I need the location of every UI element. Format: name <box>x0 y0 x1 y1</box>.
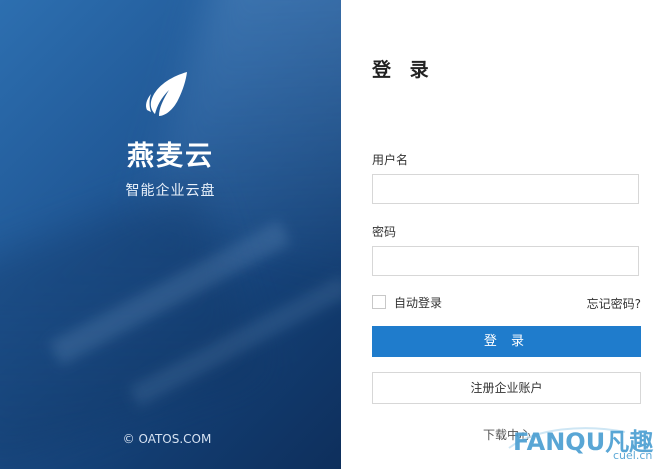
login-button[interactable]: 登 录 <box>372 326 641 357</box>
auto-login-option[interactable]: 自动登录 <box>372 294 442 310</box>
forgot-password-link[interactable]: 忘记密码? <box>587 295 641 312</box>
register-button[interactable]: 注册企业账户 <box>372 372 641 404</box>
brand-name: 燕麦云 <box>127 141 214 172</box>
watermark-sub: cuel.cn <box>613 449 653 462</box>
copyright: © OATOS.COM <box>122 432 212 446</box>
password-label: 密码 <box>372 225 397 239</box>
brand-panel: 燕麦云 智能企业云盘 © OATOS.COM <box>0 0 341 469</box>
watermark: FANQU凡趣 cuel.cn <box>505 418 662 469</box>
username-label: 用户名 <box>372 153 409 167</box>
page-title: 登 录 <box>372 59 435 81</box>
brand-slogan: 智能企业云盘 <box>125 183 216 199</box>
auto-login-checkbox[interactable] <box>372 295 386 309</box>
password-input[interactable] <box>372 246 639 276</box>
leaf-icon <box>146 72 187 116</box>
username-input[interactable] <box>372 174 639 204</box>
auto-login-label[interactable]: 自动登录 <box>394 294 442 311</box>
login-panel: 登 录 用户名 密码 自动登录 忘记密码? 登 录 注册企业账户 下载中心 <box>341 0 662 469</box>
